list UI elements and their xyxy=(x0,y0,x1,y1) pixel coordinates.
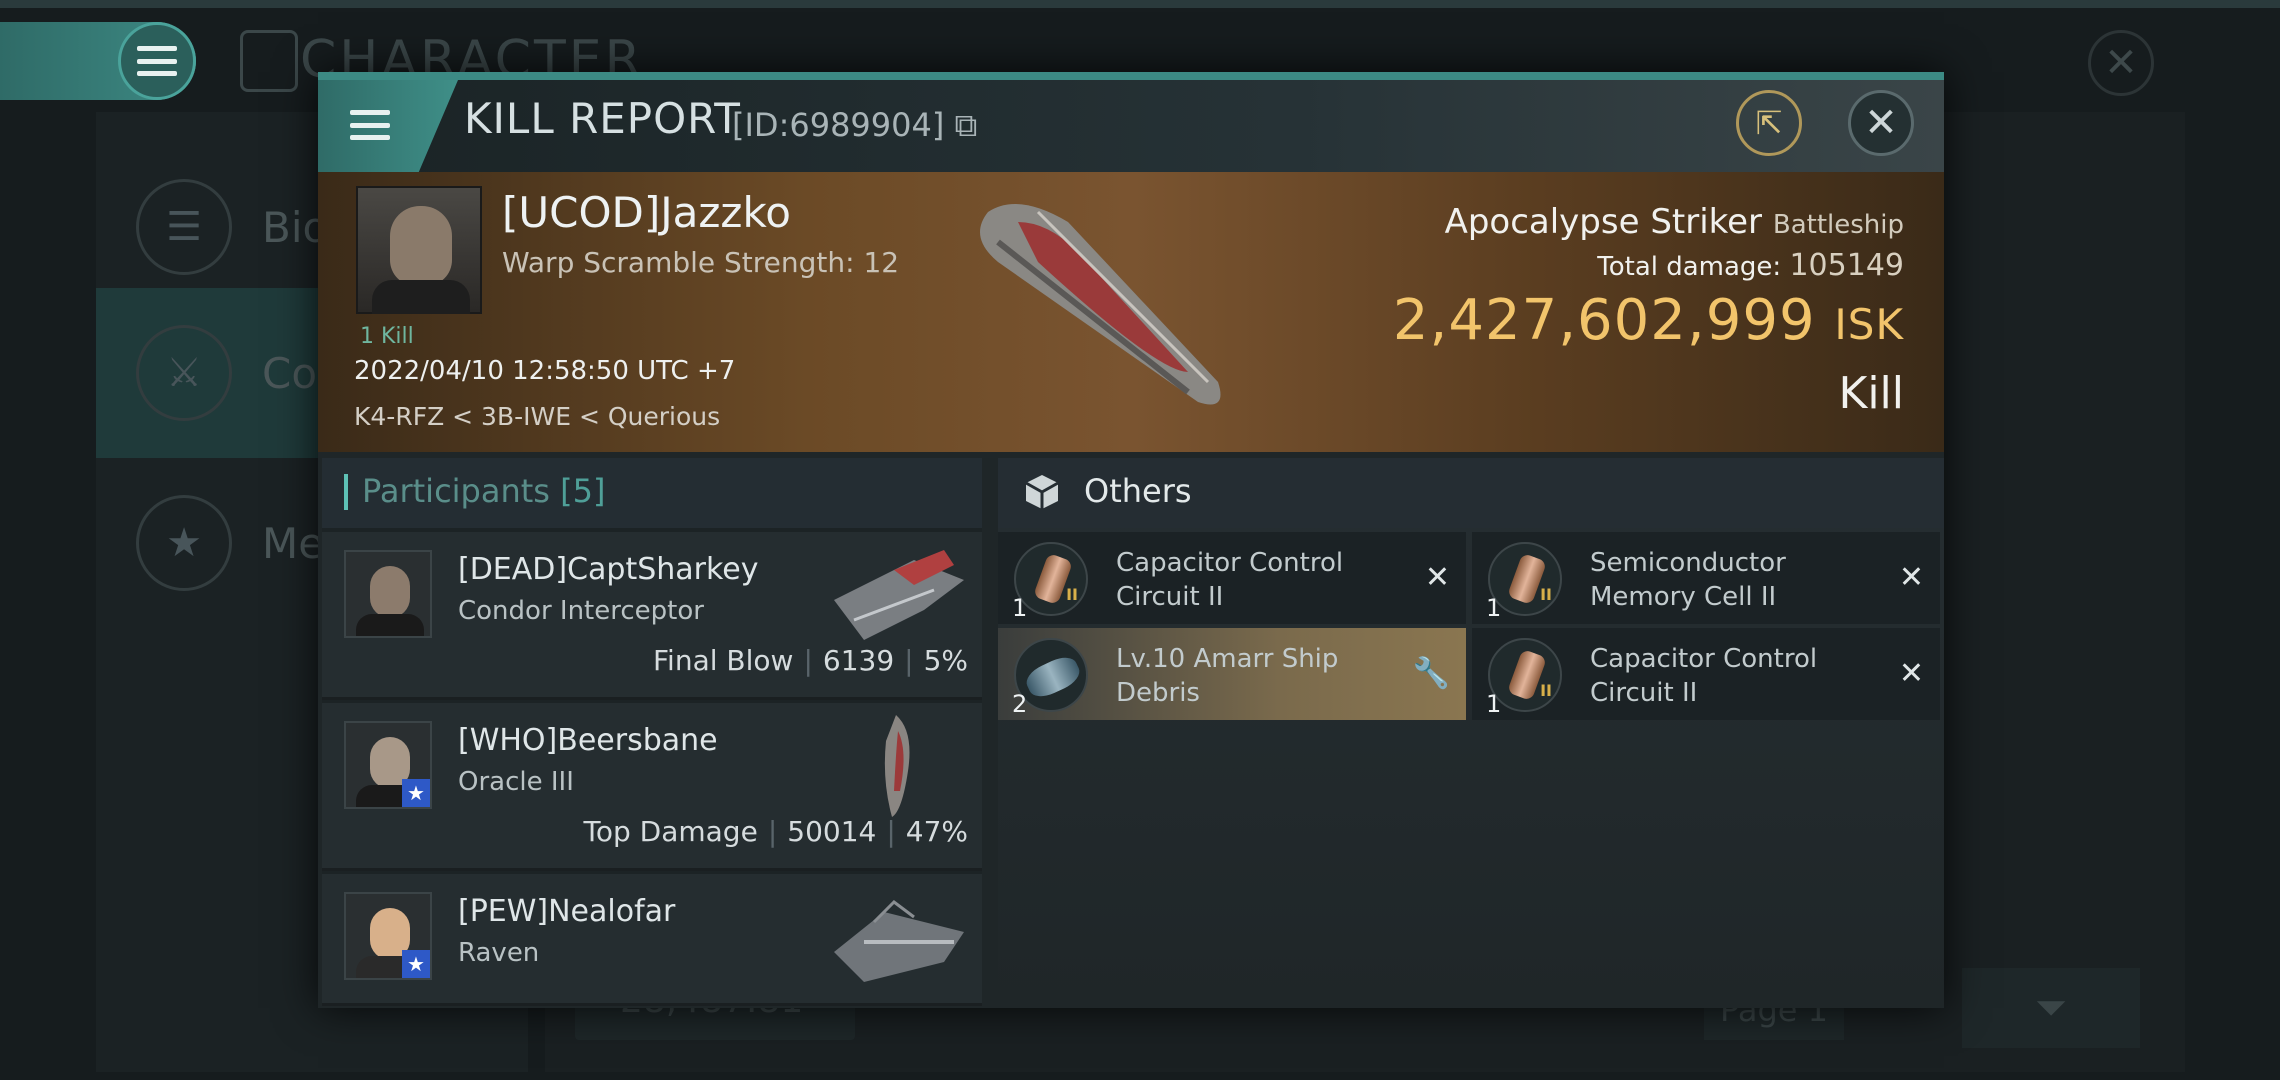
participant-avatar: ★ xyxy=(344,721,432,809)
modal-title: KILL REPORT xyxy=(464,94,741,143)
total-damage-row: Total damage: 105149 xyxy=(1597,248,1904,283)
cube-icon xyxy=(1025,475,1059,509)
participants-panel: Participants [5] [DEAD]CaptSharkey Condo… xyxy=(322,458,982,1006)
participant-ship: Raven xyxy=(458,938,540,968)
star-badge-icon: ★ xyxy=(402,950,430,978)
participant-damage: 50014 xyxy=(787,815,877,848)
victim-warp-strength: Warp Scramble Strength: 12 xyxy=(502,246,900,279)
item-name: Capacitor Control Circuit II xyxy=(1116,548,1344,612)
participant-name: [PEW]Nealofar xyxy=(458,894,676,929)
dropped-item[interactable]: II 1 Capacitor Control Circuit II ✕ xyxy=(998,532,1466,624)
participant-percent: 47% xyxy=(905,815,968,848)
background-close-icon[interactable]: ✕ xyxy=(2088,30,2154,96)
victim-banner: [UCOD]Jazzko Warp Scramble Strength: 12 … xyxy=(318,172,1944,452)
modal-top-accent xyxy=(318,72,1944,80)
dropped-item[interactable]: II 1 Capacitor Control Circuit II ✕ xyxy=(1472,628,1940,720)
item-name: Semiconductor Memory Cell II xyxy=(1590,548,1786,612)
list-icon: ☰ xyxy=(136,179,232,275)
others-panel: Others II 1 Capacitor Control Circuit II… xyxy=(998,458,1944,1006)
victim-avatar[interactable] xyxy=(356,186,482,314)
ship-name[interactable]: Apocalypse Striker xyxy=(1445,202,1762,242)
close-icon: ✕ xyxy=(1424,560,1450,595)
medal-star-icon: ★ xyxy=(136,495,232,591)
participant-name: [WHO]Beersbane xyxy=(458,723,718,758)
item-quantity: 1 xyxy=(1012,594,1028,622)
participants-title: Participants [5] xyxy=(362,472,605,510)
close-icon[interactable]: ✕ xyxy=(1848,90,1914,156)
total-damage-label: Total damage: xyxy=(1597,252,1782,282)
character-icon xyxy=(240,30,298,92)
share-icon[interactable]: ⇱ xyxy=(1736,90,1802,156)
kill-type: Kill xyxy=(1838,368,1904,419)
participant-percent: 5% xyxy=(923,644,968,677)
hamburger-icon xyxy=(350,110,390,140)
close-icon: ✕ xyxy=(1898,656,1924,691)
close-icon: ✕ xyxy=(1898,560,1924,595)
crossed-swords-icon: ⚔ xyxy=(136,325,232,421)
wrench-icon: 🔧 xyxy=(1412,656,1450,691)
participants-header: Participants [5] xyxy=(322,458,982,528)
isk-value-row: 2,427,602,999 ISK xyxy=(1393,288,1904,353)
participant-role: Final Blow xyxy=(652,644,794,677)
participant-avatar: ★ xyxy=(344,892,432,980)
ship-class: Battleship xyxy=(1772,210,1904,240)
others-title: Others xyxy=(1084,472,1192,510)
participant-avatar xyxy=(344,550,432,638)
item-quantity: 1 xyxy=(1486,594,1502,622)
kill-report-modal: KILL REPORT [ID:6989904] ⧉ ⇱ ✕ [UCOD]Jaz… xyxy=(318,72,1944,1008)
main-menu-button[interactable] xyxy=(118,22,196,100)
participants-count: [5] xyxy=(560,472,606,510)
kill-report-id[interactable]: [ID:6989904] ⧉ xyxy=(732,106,977,145)
victim-ship-image xyxy=(980,204,1221,405)
copy-icon[interactable]: ⧉ xyxy=(944,106,978,144)
participant-ship: Condor Interceptor xyxy=(458,596,704,626)
participant-name: [DEAD]CaptSharkey xyxy=(458,552,759,587)
isk-value: 2,427,602,999 xyxy=(1392,288,1816,353)
top-strip xyxy=(0,0,2280,8)
victim-name[interactable]: [UCOD]Jazzko xyxy=(502,188,791,237)
participant-stats: Final Blow | 6139 | 5% xyxy=(652,644,968,677)
isk-unit: ISK xyxy=(1834,300,1904,349)
filter-icon[interactable]: ⏷ xyxy=(1962,968,2140,1048)
dropped-item[interactable]: II 1 Semiconductor Memory Cell II ✕ xyxy=(1472,532,1940,624)
participant-ship: Oracle III xyxy=(458,767,574,797)
participant-ship-image xyxy=(834,900,964,982)
kill-report-id-text: [ID:6989904] xyxy=(732,106,945,144)
star-badge-icon: ★ xyxy=(402,779,430,807)
participant-stats: Top Damage | 50014 | 47% xyxy=(583,815,969,848)
participants-label: Participants xyxy=(362,472,550,510)
dropped-item[interactable]: 2 Lv.10 Amarr Ship Debris 🔧 xyxy=(998,628,1466,720)
others-header: Others xyxy=(998,458,1944,528)
item-name: Lv.10 Amarr Ship Debris xyxy=(1116,644,1339,708)
ship-name-row: Apocalypse Striker Battleship xyxy=(1445,202,1904,242)
item-quantity: 2 xyxy=(1012,690,1028,718)
hamburger-icon xyxy=(137,46,177,76)
item-quantity: 1 xyxy=(1486,690,1502,718)
total-damage-value: 105149 xyxy=(1789,248,1904,283)
victim-kill-count: 1 Kill xyxy=(360,324,414,349)
kill-location: K4-RFZ < 3B-IWE < Querious xyxy=(354,402,721,431)
item-name: Capacitor Control Circuit II xyxy=(1590,644,1818,708)
participant-row[interactable]: ★ [WHO]Beersbane Oracle III Top Damage | 5… xyxy=(322,703,982,871)
participant-role: Top Damage xyxy=(583,815,758,848)
kill-timestamp: 2022/04/10 12:58:50 UTC +7 xyxy=(354,356,736,386)
participant-damage: 6139 xyxy=(822,644,895,677)
participant-row[interactable]: [DEAD]CaptSharkey Condor Interceptor Fin… xyxy=(322,532,982,700)
participant-ship-image xyxy=(834,550,964,640)
participant-row[interactable]: ★ [PEW]Nealofar Raven xyxy=(322,874,982,1006)
participant-ship-image xyxy=(884,715,910,817)
